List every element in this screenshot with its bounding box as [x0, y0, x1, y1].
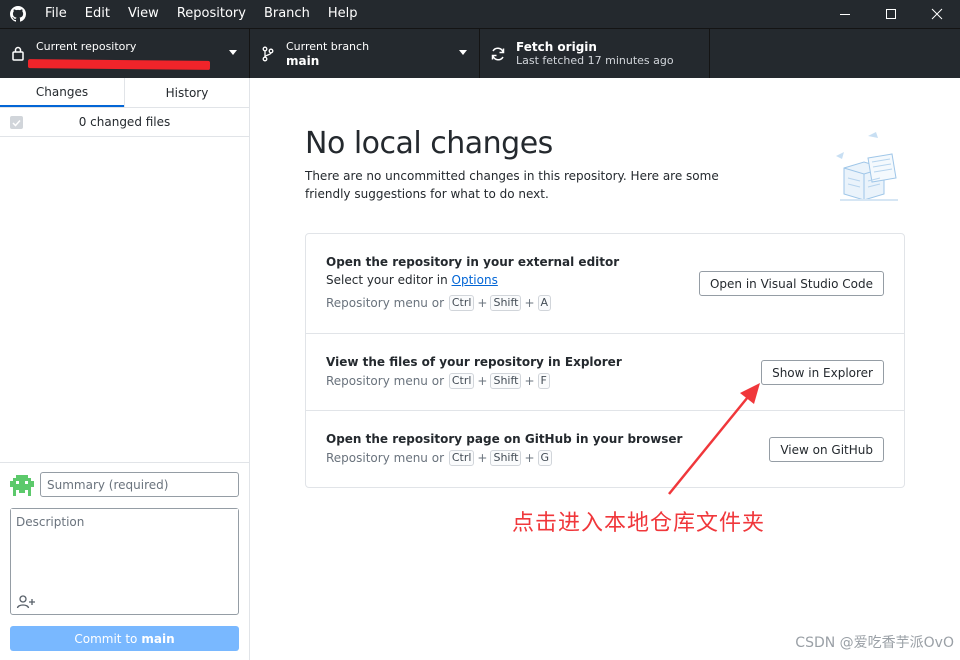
- sidebar: Changes History 0 changed files Summary …: [0, 78, 250, 660]
- add-coauthor-icon[interactable]: [16, 594, 36, 610]
- last-fetched-status: Last fetched 17 minutes ago: [516, 53, 674, 67]
- page-subtitle: There are no uncommitted changes in this…: [305, 169, 719, 201]
- chevron-down-icon: [229, 50, 237, 55]
- description-input[interactable]: [11, 509, 238, 589]
- menu-help[interactable]: Help: [319, 0, 367, 28]
- changed-files-header: 0 changed files: [0, 108, 249, 137]
- sidebar-tabs: Changes History: [0, 78, 249, 108]
- annotation-text: 点击进入本地仓库文件夹: [512, 511, 766, 536]
- fetch-origin-label: Fetch origin: [516, 39, 597, 54]
- select-all-checkbox[interactable]: [10, 116, 23, 129]
- toolbar: Current repository Current branch main F…: [0, 28, 960, 78]
- shortcut-prefix: Repository menu or: [326, 374, 444, 388]
- fetch-origin-button[interactable]: Fetch origin Last fetched 17 minutes ago: [480, 29, 710, 78]
- suggestion-detail-text: Select your editor in: [326, 273, 448, 287]
- tab-history[interactable]: History: [124, 78, 249, 107]
- show-in-explorer-button[interactable]: Show in Explorer: [761, 360, 884, 385]
- title-bar: File Edit View Repository Branch Help: [0, 0, 960, 28]
- suggestion-show-explorer: View the files of your repository in Exp…: [306, 334, 904, 411]
- description-box: [10, 508, 239, 615]
- shortcut-hint: Repository menu or Ctrl + Shift + G: [326, 450, 553, 466]
- commit-button-label: Commit to: [74, 631, 138, 646]
- redaction-mark: [27, 59, 211, 70]
- summary-input[interactable]: [40, 472, 239, 497]
- menu-bar: File Edit View Repository Branch Help: [36, 0, 366, 28]
- current-repository-label: Current repository: [36, 39, 137, 53]
- menu-repository[interactable]: Repository: [168, 0, 255, 28]
- shortcut-prefix: Repository menu or: [326, 296, 444, 310]
- avatar-icon: [10, 475, 34, 499]
- suggestion-detail: Select your editor in Options: [326, 273, 498, 287]
- current-branch-dropdown[interactable]: Current branch main: [250, 29, 480, 78]
- watermark: CSDN @爱吃香芋派OvO: [795, 635, 954, 651]
- key-letter: G: [537, 450, 553, 466]
- shortcut-hint: Repository menu or Ctrl + Shift + A: [326, 295, 552, 311]
- shortcut-hint: Repository menu or Ctrl + Shift + F: [326, 373, 551, 389]
- key-shift: Shift: [490, 373, 522, 389]
- commit-message-area: Commit to main: [0, 462, 249, 660]
- commit-button-branch: main: [141, 631, 175, 646]
- menu-view[interactable]: View: [119, 0, 168, 28]
- tab-changes[interactable]: Changes: [0, 78, 124, 107]
- minimize-icon[interactable]: [822, 0, 868, 28]
- main-panel: No local changes There are no uncommitte…: [250, 78, 960, 660]
- key-ctrl: Ctrl: [448, 450, 475, 466]
- shortcut-prefix: Repository menu or: [326, 451, 444, 465]
- close-icon[interactable]: [914, 0, 960, 28]
- options-link[interactable]: Options: [452, 273, 498, 287]
- view-on-github-button[interactable]: View on GitHub: [769, 437, 884, 462]
- current-branch-value: main: [286, 53, 320, 68]
- menu-branch[interactable]: Branch: [255, 0, 319, 28]
- suggestion-title: View the files of your repository in Exp…: [326, 355, 622, 369]
- suggestion-title: Open the repository in your external edi…: [326, 255, 620, 269]
- window-controls: [822, 0, 960, 28]
- chevron-down-icon: [459, 50, 467, 55]
- key-shift: Shift: [490, 450, 522, 466]
- suggestion-title: Open the repository page on GitHub in yo…: [326, 432, 683, 446]
- empty-state-illustration: [832, 128, 906, 204]
- page-title: No local changes: [305, 126, 553, 161]
- suggestions-box: Open the repository in your external edi…: [305, 233, 905, 488]
- key-ctrl: Ctrl: [448, 295, 475, 311]
- maximize-icon[interactable]: [868, 0, 914, 28]
- open-in-editor-button[interactable]: Open in Visual Studio Code: [698, 271, 884, 296]
- suggestion-open-editor: Open the repository in your external edi…: [306, 234, 904, 334]
- changed-files-count: 0 changed files: [78, 115, 171, 129]
- current-repository-dropdown[interactable]: Current repository: [0, 29, 250, 78]
- menu-edit[interactable]: Edit: [76, 0, 119, 28]
- suggestion-view-github: Open the repository page on GitHub in yo…: [306, 411, 904, 487]
- github-logo-icon: [0, 0, 36, 28]
- key-letter: A: [537, 295, 552, 311]
- branch-icon: [250, 46, 286, 62]
- key-letter: F: [537, 373, 550, 389]
- key-shift: Shift: [490, 295, 522, 311]
- menu-file[interactable]: File: [36, 0, 76, 28]
- commit-button[interactable]: Commit to main: [10, 626, 239, 651]
- sync-icon: [480, 46, 516, 62]
- current-branch-label: Current branch: [286, 39, 370, 53]
- key-ctrl: Ctrl: [448, 373, 475, 389]
